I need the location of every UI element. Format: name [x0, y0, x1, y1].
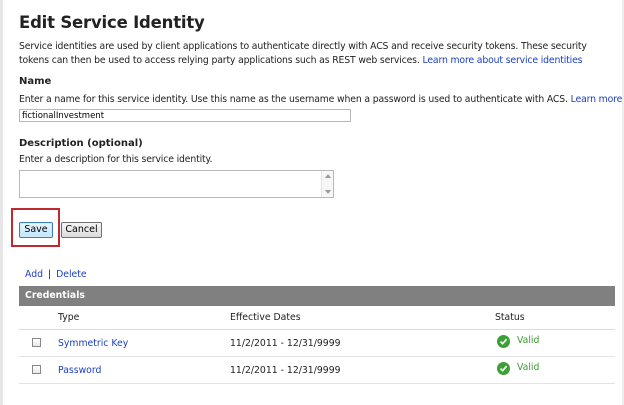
actions-separator: | — [47, 269, 52, 280]
effective-dates-cell: 11/2/2011 - 12/31/9999 — [230, 338, 341, 349]
status-column-header: Status — [495, 312, 525, 323]
scroll-up-arrow-icon[interactable] — [325, 174, 331, 178]
credentials-caption: Credentials — [19, 286, 615, 306]
delete-credential-link[interactable]: Delete — [56, 269, 87, 280]
effective-dates-cell: 11/2/2011 - 12/31/9999 — [230, 365, 341, 376]
cancel-button[interactable]: Cancel — [61, 222, 102, 238]
name-hint: Enter a name for this service identity. … — [19, 94, 622, 105]
effective-dates-column-header: Effective Dates — [230, 312, 301, 323]
status-text: Valid — [517, 335, 540, 346]
left-edge-divider — [0, 0, 3, 405]
table-row: Password 11/2/2011 - 12/31/9999 Valid — [19, 357, 615, 384]
page-title: Edit Service Identity — [19, 13, 205, 32]
type-column-header: Type — [58, 312, 80, 323]
status-text: Valid — [517, 362, 540, 373]
name-hint-text: Enter a name for this service identity. … — [19, 94, 568, 105]
description-scrollbar[interactable] — [321, 171, 333, 197]
credentials-header-row: Type Effective Dates Status — [19, 306, 615, 330]
edit-service-identity-page: Edit Service Identity Service identities… — [0, 0, 624, 405]
check-circle-icon — [497, 335, 510, 348]
learn-more-link[interactable]: Learn more — [571, 94, 623, 105]
add-credential-link[interactable]: Add — [25, 269, 43, 280]
credential-type-link[interactable]: Password — [58, 365, 101, 376]
row-select-checkbox[interactable] — [32, 365, 41, 374]
credential-type-link[interactable]: Symmetric Key — [58, 338, 128, 349]
description-hint: Enter a description for this service ide… — [19, 154, 213, 165]
description-label: Description (optional) — [19, 138, 143, 149]
name-label: Name — [19, 76, 52, 87]
credential-actions: Add | Delete — [25, 269, 87, 280]
intro-paragraph: Service identities are used by client ap… — [19, 40, 619, 68]
name-input[interactable] — [19, 109, 351, 122]
row-select-checkbox[interactable] — [32, 338, 41, 347]
learn-more-service-identities-link[interactable]: Learn more about service identities — [422, 55, 582, 66]
description-textarea[interactable] — [19, 170, 334, 198]
credentials-table: Credentials Type Effective Dates Status … — [19, 286, 615, 384]
check-circle-icon — [497, 362, 510, 375]
table-row: Symmetric Key 11/2/2011 - 12/31/9999 Val… — [19, 330, 615, 357]
save-button[interactable]: Save — [19, 222, 53, 238]
scroll-down-arrow-icon[interactable] — [325, 190, 331, 194]
